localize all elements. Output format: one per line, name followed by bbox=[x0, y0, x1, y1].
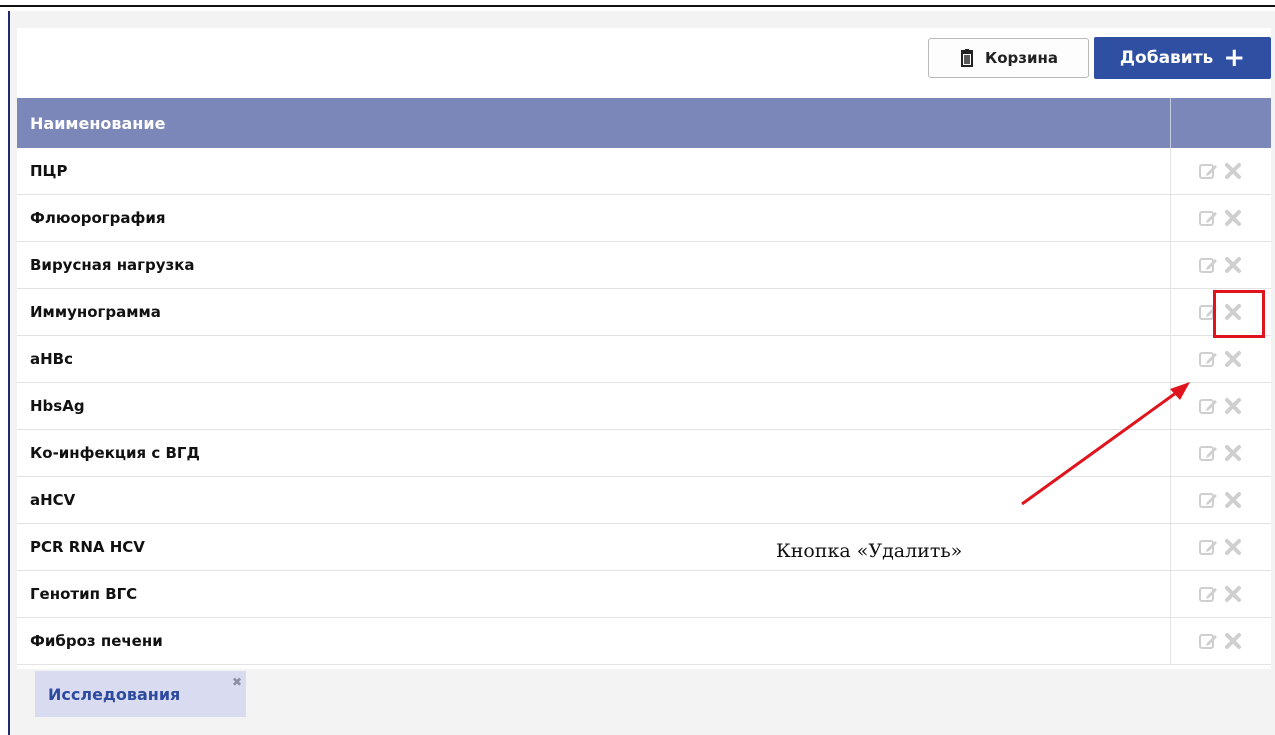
edit-icon[interactable] bbox=[1198, 583, 1220, 605]
add-button[interactable]: Добавить + bbox=[1094, 37, 1271, 79]
edit-icon[interactable] bbox=[1198, 348, 1220, 370]
plus-icon: + bbox=[1223, 43, 1246, 73]
row-name[interactable]: Иммунограмма bbox=[17, 289, 1171, 335]
add-label: Добавить bbox=[1119, 48, 1214, 68]
edit-icon[interactable] bbox=[1198, 395, 1220, 417]
trash-icon bbox=[959, 49, 975, 67]
row-name[interactable]: PCR RNA HCV bbox=[17, 524, 1171, 570]
basket-button[interactable]: Корзина bbox=[928, 38, 1089, 78]
table-row[interactable]: aHCV bbox=[17, 477, 1271, 524]
row-actions bbox=[1171, 195, 1271, 241]
edit-icon[interactable] bbox=[1198, 489, 1220, 511]
delete-icon[interactable] bbox=[1222, 160, 1244, 182]
delete-icon[interactable] bbox=[1222, 348, 1244, 370]
delete-icon[interactable] bbox=[1222, 395, 1244, 417]
table-body: ПЦР Флюорография Вирусная нагрузка Иммуногр… bbox=[17, 148, 1271, 665]
row-actions bbox=[1171, 242, 1271, 288]
row-name[interactable]: Фиброз печени bbox=[17, 618, 1171, 664]
table-row[interactable]: Иммунограмма bbox=[17, 289, 1271, 336]
row-actions bbox=[1171, 336, 1271, 382]
table-row[interactable]: Ко-инфекция с ВГД bbox=[17, 430, 1271, 477]
row-actions bbox=[1171, 430, 1271, 476]
table-row[interactable]: Фиброз печени bbox=[17, 618, 1271, 665]
delete-icon[interactable] bbox=[1222, 207, 1244, 229]
row-name[interactable]: Вирусная нагрузка bbox=[17, 242, 1171, 288]
row-actions bbox=[1171, 383, 1271, 429]
table-row[interactable]: HbsAg bbox=[17, 383, 1271, 430]
delete-icon[interactable] bbox=[1222, 442, 1244, 464]
table-row[interactable]: aHBc bbox=[17, 336, 1271, 383]
table-row[interactable]: PCR RNA HCV bbox=[17, 524, 1271, 571]
edit-icon[interactable] bbox=[1198, 160, 1220, 182]
row-actions bbox=[1171, 618, 1271, 664]
annotation-label: Кнопка «Удалить» bbox=[776, 540, 963, 562]
row-name[interactable]: Флюорография bbox=[17, 195, 1171, 241]
table-row[interactable]: Вирусная нагрузка bbox=[17, 242, 1271, 289]
delete-icon[interactable] bbox=[1222, 536, 1244, 558]
table-header: Наименование bbox=[17, 98, 1271, 148]
basket-label: Корзина bbox=[984, 49, 1058, 67]
row-name[interactable]: Ко-инфекция с ВГД bbox=[17, 430, 1171, 476]
column-header-name[interactable]: Наименование bbox=[17, 98, 1171, 148]
row-name[interactable]: aHCV bbox=[17, 477, 1171, 523]
edit-icon[interactable] bbox=[1198, 630, 1220, 652]
column-header-actions bbox=[1171, 98, 1271, 148]
edit-icon[interactable] bbox=[1198, 536, 1220, 558]
delete-icon[interactable] bbox=[1222, 583, 1244, 605]
delete-button-highlight bbox=[1213, 290, 1265, 338]
row-name[interactable]: ПЦР bbox=[17, 148, 1171, 194]
tab-label: Исследования bbox=[48, 684, 181, 704]
top-divider bbox=[0, 5, 1275, 7]
toolbar: Корзина Добавить + bbox=[17, 28, 1271, 98]
row-name[interactable]: Генотип ВГС bbox=[17, 571, 1171, 617]
row-actions bbox=[1171, 524, 1271, 570]
table-row[interactable]: Генотип ВГС bbox=[17, 571, 1271, 618]
row-name[interactable]: HbsAg bbox=[17, 383, 1171, 429]
row-actions bbox=[1171, 571, 1271, 617]
main-panel: Корзина Добавить + Наименование ПЦР Флюор… bbox=[17, 28, 1271, 669]
tab-research[interactable]: Исследования ✖ bbox=[35, 671, 246, 717]
close-icon[interactable]: ✖ bbox=[232, 675, 242, 689]
row-actions bbox=[1171, 148, 1271, 194]
edit-icon[interactable] bbox=[1198, 442, 1220, 464]
delete-icon[interactable] bbox=[1222, 254, 1244, 276]
edit-icon[interactable] bbox=[1198, 254, 1220, 276]
delete-icon[interactable] bbox=[1222, 630, 1244, 652]
delete-icon[interactable] bbox=[1222, 489, 1244, 511]
row-name[interactable]: aHBc bbox=[17, 336, 1171, 382]
row-actions bbox=[1171, 477, 1271, 523]
table-row[interactable]: Флюорография bbox=[17, 195, 1271, 242]
table-row[interactable]: ПЦР bbox=[17, 148, 1271, 195]
edit-icon[interactable] bbox=[1198, 207, 1220, 229]
items-table: Наименование ПЦР Флюорография Вирусная наг… bbox=[17, 98, 1271, 665]
